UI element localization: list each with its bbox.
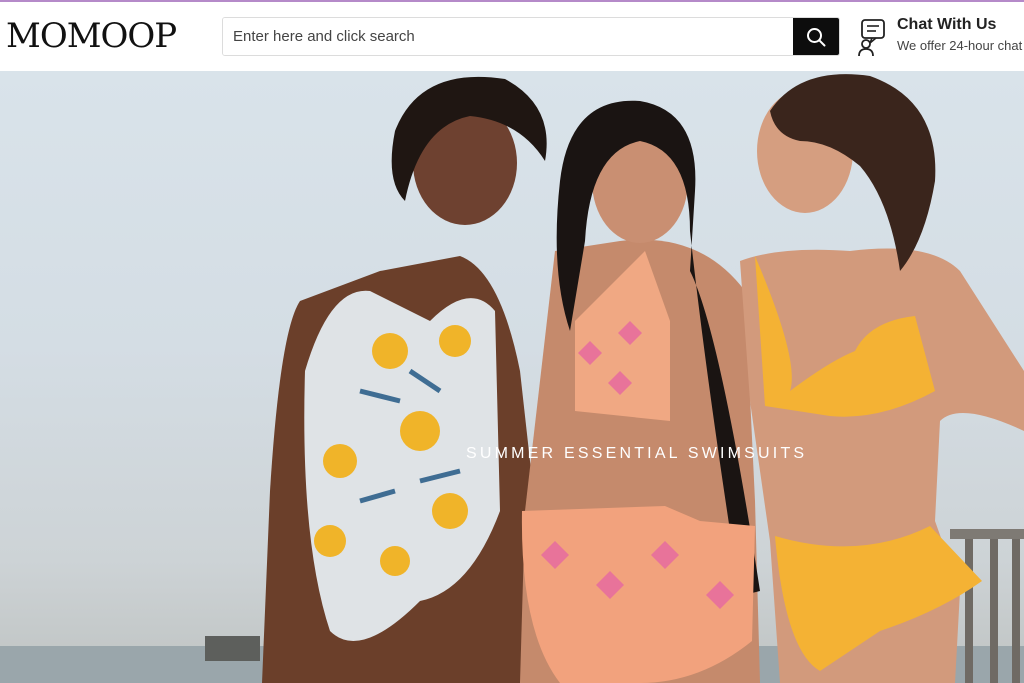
hero-banner[interactable]: SUMMER ESSENTIAL SWIMSUITS <box>0 71 1024 683</box>
site-header: MOMOOP Chat With Us We offer 24-hour cha… <box>0 2 1024 71</box>
search-input[interactable] <box>223 18 793 55</box>
chat-with-us-link[interactable]: Chat With Us We offer 24-hour chat <box>856 14 1024 60</box>
search-button[interactable] <box>793 18 839 55</box>
model-middle <box>520 100 760 683</box>
chat-support-icon <box>858 19 885 57</box>
brand-logo[interactable]: MOMOOP <box>6 16 196 56</box>
search-icon <box>807 27 826 46</box>
hero-caption[interactable]: SUMMER ESSENTIAL SWIMSUITS <box>466 445 807 463</box>
chat-subtitle: We offer 24-hour chat <box>897 38 1023 53</box>
model-right <box>740 74 1024 683</box>
hero-image <box>0 74 1024 683</box>
search-bar <box>222 17 840 56</box>
chat-title: Chat With Us <box>897 16 997 33</box>
model-left <box>262 76 547 683</box>
